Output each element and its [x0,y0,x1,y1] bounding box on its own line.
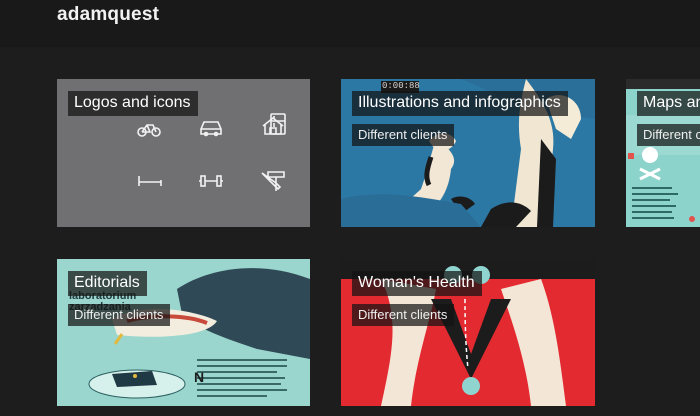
tile-title[interactable]: Woman's Health [352,271,482,296]
portfolio-tile-illustrations[interactable]: 0:00:88 Illustrations and infographics D… [341,79,595,227]
editorial-letter: N [194,369,205,385]
tile-subtitle: Different clients [352,304,455,326]
tile-title[interactable]: Editorials [68,271,147,296]
site-header: adamquest [0,0,700,47]
tile-title[interactable]: Logos and icons [68,91,198,116]
tile-title[interactable]: Illustrations and infographics [352,91,568,116]
tile-subtitle: Different clients [637,124,700,146]
fridge-icon [270,113,286,135]
bicycle-icon [137,124,161,137]
portfolio-tile-womans-health[interactable]: Woman's Health Different clients [341,259,595,406]
bed-icon [138,176,162,186]
car-icon [200,121,222,137]
portfolio-tile-editorials[interactable]: laboratorium zarzadzania N Editorials Di… [57,259,310,406]
tile-title[interactable]: Maps and infographics [637,91,700,116]
portfolio-tile-logos[interactable]: Logos and icons [57,79,310,227]
dumbbell-icon [199,175,223,187]
tile-subtitle: Different clients [68,304,171,326]
timer-display: 0:00:88 [382,81,420,91]
hammer-icon [267,171,285,191]
tile-subtitle: Different clients [352,124,455,146]
site-title[interactable]: adamquest [57,4,159,26]
portfolio-tile-maps[interactable]: Maps and infographics Different clients [626,79,700,227]
